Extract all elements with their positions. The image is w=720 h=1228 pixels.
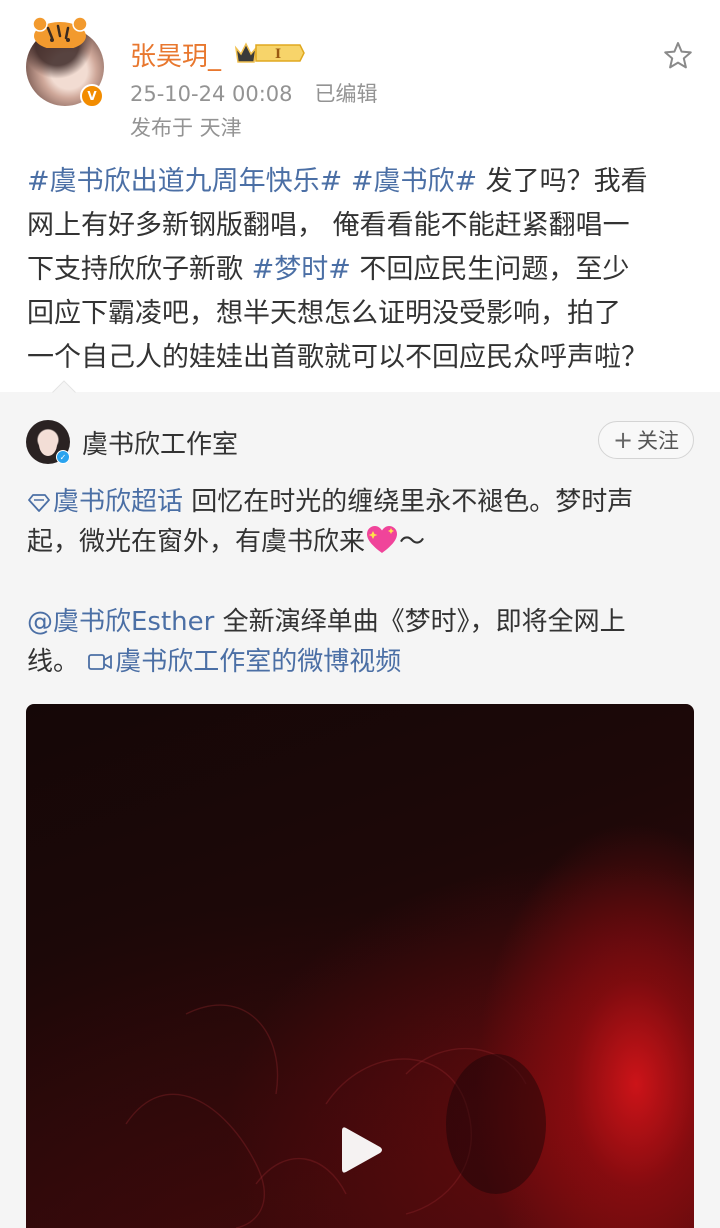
sparkling-heart-icon — [367, 526, 398, 553]
mention-link[interactable]: @虞书欣Esther — [27, 607, 214, 637]
vip-badge-text: I — [275, 47, 281, 62]
video-player[interactable] — [26, 704, 694, 1228]
username[interactable]: 张昊玥_ — [130, 36, 221, 73]
chaohua-diamond-icon — [28, 494, 50, 512]
play-icon[interactable] — [340, 1124, 384, 1176]
follow-button[interactable]: + 关注 — [598, 421, 694, 459]
author-avatar[interactable]: V — [26, 14, 106, 108]
chaohua-label: 虞书欣超话 — [53, 487, 184, 517]
post-meta: 25-10-24 00:08 已编辑 — [130, 78, 378, 108]
video-link-label: 虞书欣工作室的微博视频 — [115, 647, 402, 677]
hashtag-link[interactable]: #虞书欣出道九周年快乐# — [27, 166, 342, 197]
video-camera-icon — [88, 654, 113, 670]
repost-text-segment: ～ — [399, 527, 426, 557]
post-location: 发布于 天津 — [130, 116, 242, 140]
post-text-segment: 不回应民生问题，至少 — [350, 254, 630, 285]
vip-crown-badge-icon[interactable]: I — [234, 40, 306, 66]
repost-author-name[interactable]: 虞书欣工作室 — [82, 424, 238, 461]
repost-caret-icon — [52, 380, 76, 394]
verified-badge-icon: V — [80, 84, 104, 108]
post-text-line: 回应下霸凌吧，想半天想怎么证明没受影响，拍了 — [27, 298, 621, 329]
tiger-hat-icon — [32, 16, 88, 48]
follow-label: 关注 — [637, 429, 680, 453]
hashtag-link[interactable]: #虞书欣# — [351, 166, 477, 197]
post-timestamp: 25-10-24 00:08 — [130, 82, 293, 106]
repost-text-segment: 线。 — [27, 647, 88, 677]
edited-label[interactable]: 已编辑 — [315, 82, 378, 106]
post-text-segment: 发了吗？我看 — [477, 166, 648, 197]
chaohua-link[interactable]: 虞书欣超话 — [27, 487, 183, 517]
star-icon[interactable] — [662, 40, 694, 72]
repost-text-segment: 回忆在时光的缠绕里永不褪色。梦时声 — [183, 487, 634, 517]
post-text-segment: 下支持欣欣子新歌 — [27, 254, 252, 285]
blue-verified-icon: ✓ — [56, 450, 70, 464]
post-text-line: 网上有好多新钢版翻唱， 俺看看能不能赶紧翻唱一 — [27, 210, 630, 241]
repost-body: 虞书欣超话 回忆在时光的缠绕里永不褪色。梦时声 起，微光在窗外，有虞书欣来 ～ … — [27, 482, 697, 682]
plus-icon: + — [612, 426, 634, 454]
repost-text-segment: 全新演绎单曲《梦时》，即将全网上 — [214, 607, 626, 637]
post-body: #虞书欣出道九周年快乐# #虞书欣# 发了吗？我看 网上有好多新钢版翻唱， 俺看… — [27, 160, 697, 380]
post-text-line: 一个自己人的娃娃出首歌就可以不回应民众呼声啦？ — [27, 342, 648, 373]
hashtag-link[interactable]: #梦时# — [252, 254, 351, 285]
video-link[interactable]: 虞书欣工作室的微博视频 — [87, 647, 401, 677]
repost-text-segment: 起，微光在窗外，有虞书欣来 — [27, 527, 366, 557]
